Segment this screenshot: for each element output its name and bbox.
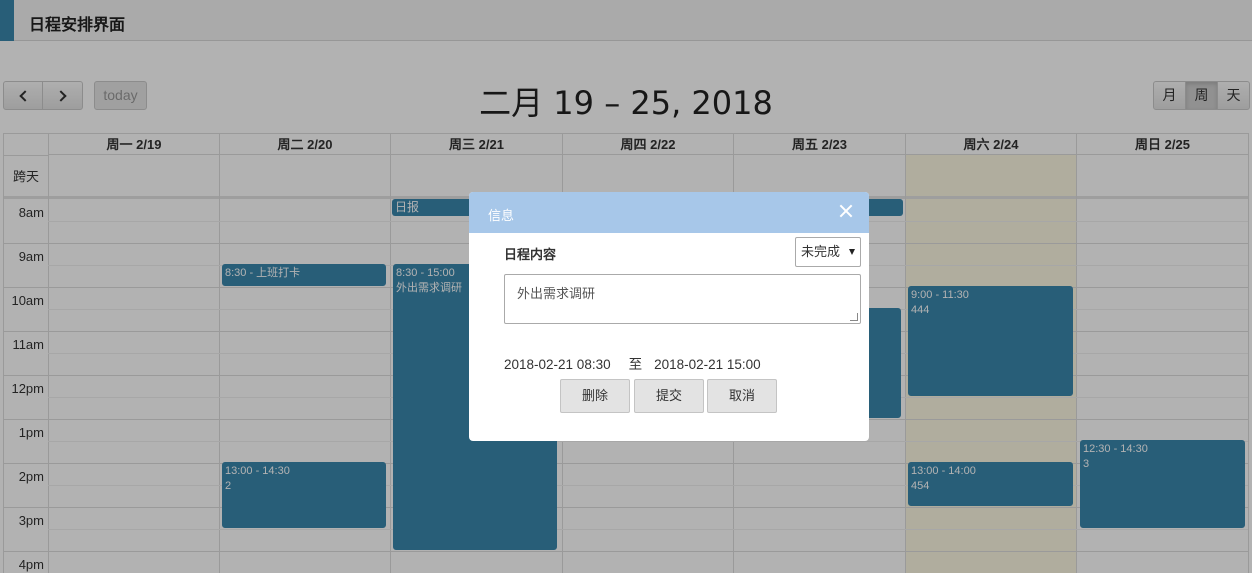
content-textarea[interactable]: 外出需求调研 [504,274,861,324]
time-range: 2018-02-21 08:30 至 2018-02-21 15:00 [504,353,761,373]
submit-button[interactable]: 提交 [634,379,704,413]
status-value: 未完成 [801,244,841,259]
event-info-dialog: 信息 日程内容 未完成 外出需求调研 2018-02-21 08:30 至 2018… [469,192,869,441]
start-time: 2018-02-21 08:30 [504,357,611,372]
content-value: 外出需求调研 [517,286,596,301]
cancel-button[interactable]: 取消 [707,379,777,413]
caret-down-icon [849,249,855,255]
close-icon[interactable] [839,204,853,218]
dialog-title: 信息 [488,208,515,223]
delete-button[interactable]: 删除 [560,379,630,413]
dialog-header: 信息 [469,192,869,233]
range-separator: 至 [628,357,643,372]
content-label: 日程内容 [504,247,557,262]
end-time: 2018-02-21 15:00 [654,357,761,372]
resize-grip-icon[interactable] [850,313,858,321]
status-select[interactable]: 未完成 [795,237,861,267]
